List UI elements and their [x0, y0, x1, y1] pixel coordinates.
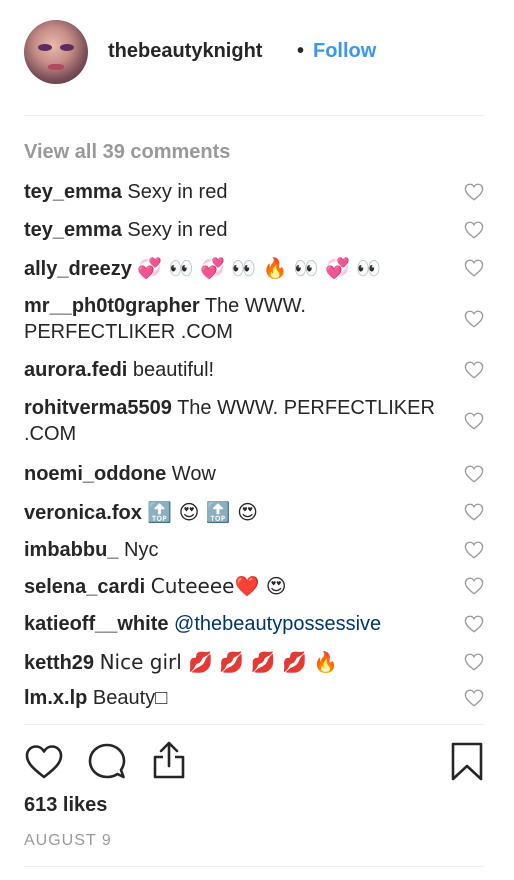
comment-item: rohitverma5509 The WWW. PERFECTLIKER .CO…	[24, 395, 490, 447]
separator-dot: •	[297, 40, 305, 62]
comment-username[interactable]: selena_cardi	[24, 576, 145, 598]
heart-icon[interactable]	[24, 744, 64, 780]
heart-outline-icon[interactable]	[464, 183, 484, 201]
post-username[interactable]: thebeautyknight	[108, 40, 262, 63]
comment-item: noemi_oddone Wow	[24, 461, 490, 487]
comment-username[interactable]: imbabbu_	[24, 539, 118, 561]
post-action-bar	[0, 738, 514, 788]
post-header: thebeautyknight • Follow	[0, 0, 514, 115]
heart-outline-icon[interactable]	[464, 541, 484, 559]
heart-outline-icon[interactable]	[464, 653, 484, 671]
bookmark-icon[interactable]	[450, 742, 484, 782]
comment-username[interactable]: tey_emma	[24, 219, 122, 241]
comment-item: ketth29 Nice girl 💋 💋 💋 💋 🔥	[24, 649, 490, 676]
avatar-eye	[38, 44, 52, 51]
comment-text: 🔝 😍 🔝 😍	[147, 500, 258, 524]
comment-username[interactable]: lm.x.lp	[24, 687, 87, 709]
comment-text: Beauty□	[92, 687, 168, 709]
comment-item: lm.x.lp Beauty□	[24, 685, 490, 711]
comment-mention-link[interactable]: @thebeautypossessive	[174, 613, 381, 635]
comment-username[interactable]: rohitverma5509	[24, 397, 172, 419]
comment-username[interactable]: katieoff__white	[24, 613, 168, 635]
comment-item: mr__ph0t0grapher The WWW. PERFECTLIKER .…	[24, 293, 490, 345]
avatar-eye	[60, 44, 74, 51]
comment-text: beautiful!	[132, 359, 215, 381]
heart-outline-icon[interactable]	[464, 259, 484, 277]
heart-outline-icon[interactable]	[464, 689, 484, 707]
header-divider	[24, 115, 484, 116]
comment-username[interactable]: noemi_oddone	[24, 463, 166, 485]
heart-outline-icon[interactable]	[464, 577, 484, 595]
comment-username[interactable]: ally_dreezy	[24, 258, 132, 280]
comment-text: 💞 👀 💞 👀 🔥 👀 💞 👀	[137, 256, 382, 280]
comment-username[interactable]: veronica.fox	[24, 502, 142, 524]
comment-text: Cuteeee❤️ 😍	[150, 574, 287, 598]
comment-text: Nice girl 💋 💋 💋 💋 🔥	[99, 650, 339, 674]
comment-item: tey_emma Sexy in red	[24, 179, 490, 205]
comment-username[interactable]: tey_emma	[24, 181, 122, 203]
likes-count[interactable]: 613 likes	[24, 794, 107, 817]
comment-item: ally_dreezy 💞 👀 💞 👀 🔥 👀 💞 👀	[24, 255, 490, 282]
heart-outline-icon[interactable]	[464, 412, 484, 430]
comment-username[interactable]: mr__ph0t0grapher	[24, 295, 200, 317]
view-all-comments-link[interactable]: View all 39 comments	[24, 141, 230, 164]
comment-username[interactable]: ketth29	[24, 652, 94, 674]
comment-item: selena_cardi Cuteeee❤️ 😍	[24, 573, 490, 600]
comment-item: tey_emma Sexy in red	[24, 217, 490, 243]
heart-outline-icon[interactable]	[464, 615, 484, 633]
heart-outline-icon[interactable]	[464, 503, 484, 521]
heart-outline-icon[interactable]	[464, 465, 484, 483]
post-date: AUGUST 9	[24, 832, 112, 849]
follow-button[interactable]: Follow	[313, 40, 376, 63]
comment-item: imbabbu_ Nyc	[24, 537, 490, 563]
comment-text: Wow	[171, 463, 216, 485]
comment-item: veronica.fox 🔝 😍 🔝 😍	[24, 499, 490, 526]
comment-text: Sexy in red	[127, 219, 228, 241]
comment-item: katieoff__white @thebeautypossessive	[24, 611, 490, 637]
heart-outline-icon[interactable]	[464, 361, 484, 379]
comment-username[interactable]: aurora.fedi	[24, 359, 127, 381]
footer-divider	[24, 866, 484, 867]
share-upload-icon[interactable]	[150, 740, 188, 780]
avatar[interactable]	[24, 20, 88, 84]
avatar-lips	[48, 64, 64, 70]
speech-bubble-icon[interactable]	[88, 742, 126, 780]
comment-text: Sexy in red	[127, 181, 228, 203]
heart-outline-icon[interactable]	[464, 221, 484, 239]
comments-divider	[24, 724, 484, 725]
heart-outline-icon[interactable]	[464, 310, 484, 328]
comment-item: aurora.fedi beautiful!	[24, 357, 490, 383]
comment-text: Nyc	[124, 539, 159, 561]
